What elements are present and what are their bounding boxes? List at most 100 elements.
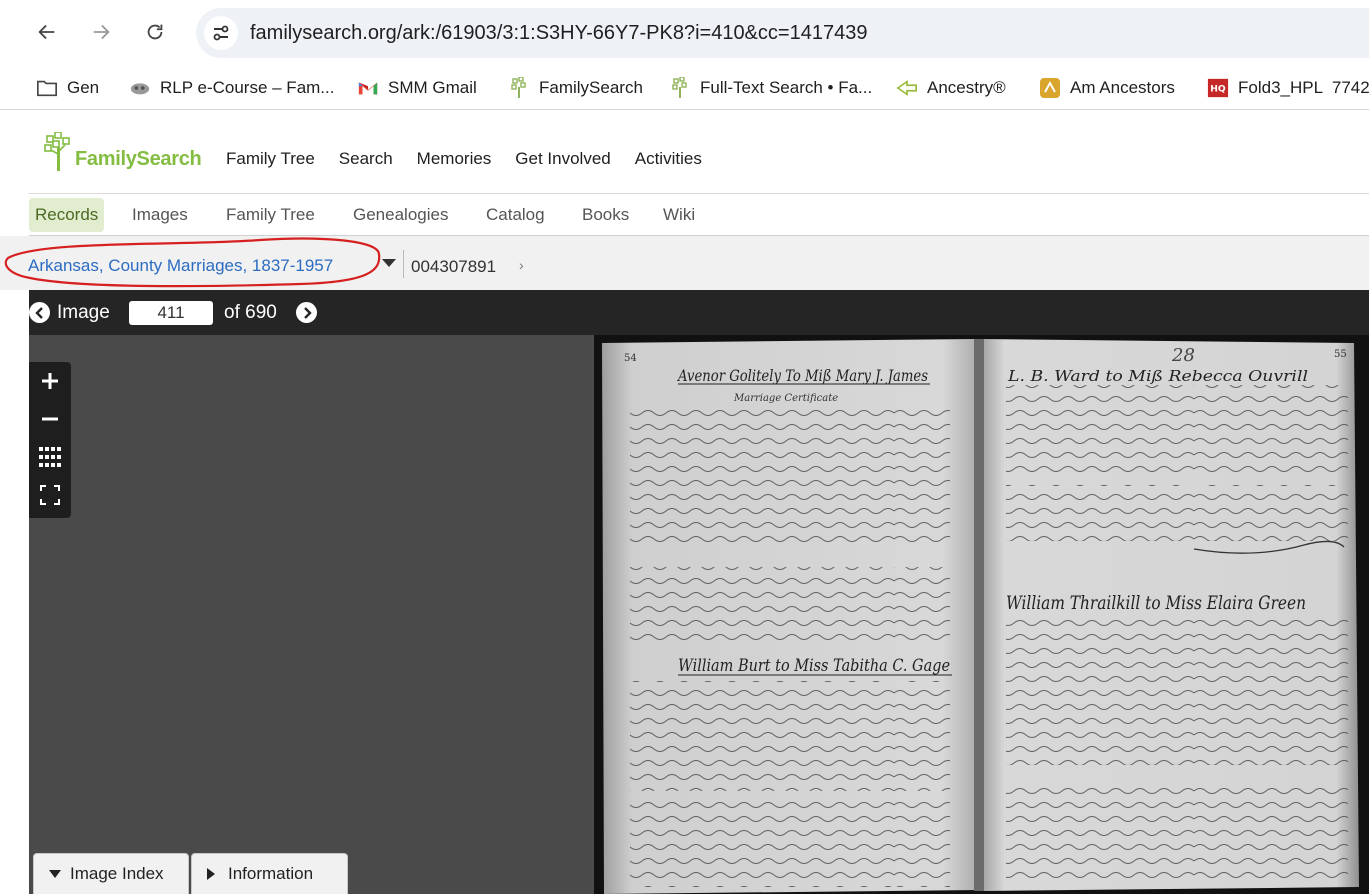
bookmark-familysearch[interactable]: FamilySearch	[508, 76, 643, 100]
bookmark-label: SMM Gmail	[388, 78, 477, 97]
rlp-icon	[129, 77, 151, 99]
red-annotation-circle	[4, 237, 381, 288]
fullscreen-icon	[40, 484, 60, 505]
bookmark-label: Am Ancestors	[1070, 78, 1175, 97]
reload-button[interactable]	[137, 14, 173, 50]
bookmark-label: Gen	[67, 78, 100, 97]
chevron-right-icon[interactable]: ›	[519, 257, 524, 273]
arrow-left-icon	[38, 24, 55, 40]
left-entry-heading-2: William Burt to Miss Tabitha C. Gage	[678, 656, 950, 676]
handwriting-block	[630, 797, 950, 887]
logo-text: FamilySearch	[75, 148, 202, 170]
bookmark-label: RLP e-Course – Fam...	[160, 78, 335, 97]
handwriting-block	[630, 407, 950, 547]
left-entry-subheading: Marriage Certificate	[733, 393, 838, 404]
subnav-genealogies[interactable]: Genealogies	[347, 198, 454, 232]
bookmark-ancestry[interactable]: Ancestry®	[896, 76, 1006, 100]
site-info-button[interactable]	[204, 16, 238, 50]
subnav-family-tree[interactable]: Family Tree	[220, 198, 321, 232]
ancestry-leaf-icon	[896, 77, 918, 99]
zoom-in-button[interactable]	[29, 362, 71, 399]
gmail-icon	[357, 77, 379, 99]
book-gutter	[974, 339, 984, 891]
caret-down-icon	[49, 870, 61, 878]
image-total: of 690	[224, 302, 277, 323]
site-header: FamilySearch Family Tree Search Memories…	[29, 119, 1369, 194]
handwriting-block	[1006, 385, 1348, 475]
subnav-records[interactable]: Records	[29, 198, 105, 232]
bookmark-full-text-search[interactable]: Full-Text Search • Fa...	[669, 76, 872, 100]
handwriting-block	[1006, 485, 1348, 541]
right-page-number: 55	[1334, 349, 1347, 360]
handwriting-block	[1006, 787, 1348, 883]
subnav-catalog[interactable]: Catalog	[480, 198, 551, 232]
image-number-input[interactable]	[129, 301, 213, 325]
image-index-label: Image Index	[70, 864, 164, 883]
chevron-down-icon[interactable]	[382, 259, 396, 267]
sub-nav: Records Images Family Tree Genealogies C…	[29, 194, 1369, 236]
image-label: Image	[57, 302, 110, 323]
nav-memories[interactable]: Memories	[417, 149, 492, 169]
browser-toolbar: familysearch.org/ark:/61903/3:1:S3HY-66Y…	[0, 0, 1369, 66]
nav-get-involved[interactable]: Get Involved	[515, 149, 610, 169]
folder-icon	[36, 77, 58, 99]
previous-image-button[interactable]	[29, 302, 50, 323]
forward-button[interactable]	[83, 14, 119, 50]
handwriting-block	[1006, 615, 1348, 765]
zoom-out-button[interactable]	[29, 400, 71, 437]
main-nav: Family Tree Search Memories Get Involved…	[226, 149, 726, 169]
document-image: 54 55 28 Avenor Golitely To Miß Mary J. …	[594, 335, 1369, 894]
familysearch-tree-icon	[508, 77, 530, 99]
right-entry-heading-1: L. B. Ward to Miß Rebecca Ouvrill	[1007, 367, 1308, 385]
subnav-wiki[interactable]: Wiki	[657, 198, 701, 232]
bookmark-gmail[interactable]: SMM Gmail	[357, 76, 477, 100]
chevron-right-icon	[303, 306, 312, 319]
bookmark-gen[interactable]: Gen	[36, 76, 99, 100]
right-entry-heading-2: William Thrailkill to Miss Elaira Green	[1006, 592, 1306, 614]
nav-search[interactable]: Search	[339, 149, 393, 169]
url-text: familysearch.org/ark:/61903/3:1:S3HY-66Y…	[250, 22, 868, 44]
bookmark-am-ancestors[interactable]: Am Ancestors	[1039, 76, 1175, 100]
pencil-number: 28	[1171, 345, 1195, 366]
svg-text:HQ: HQ	[1210, 84, 1226, 95]
zoom-controls	[29, 362, 71, 518]
gallery-view-button[interactable]	[29, 438, 71, 475]
caret-right-icon	[207, 868, 215, 880]
bookmark-label: FamilySearch	[539, 78, 643, 97]
familysearch-tree-icon	[669, 77, 691, 99]
minus-icon	[42, 417, 58, 420]
bookmark-rlp[interactable]: RLP e-Course – Fam...	[129, 76, 334, 100]
left-page-number: 54	[624, 353, 637, 364]
fold3-icon: HQ	[1207, 77, 1229, 99]
familysearch-tree-icon	[44, 132, 70, 171]
nav-family-tree[interactable]: Family Tree	[226, 149, 315, 169]
handwriting-block	[630, 681, 950, 791]
chevron-left-icon	[34, 306, 43, 319]
bookmark-fold3[interactable]: HQ Fold3_HPL 7742	[1207, 76, 1369, 100]
next-image-button[interactable]	[296, 302, 317, 323]
film-number: 004307891	[411, 257, 497, 276]
am-ancestors-icon	[1039, 77, 1061, 99]
information-tab[interactable]: Information	[191, 853, 348, 894]
bookmark-label: Ancestry®	[927, 78, 1006, 97]
address-bar[interactable]: familysearch.org/ark:/61903/3:1:S3HY-66Y…	[196, 8, 1369, 58]
reload-icon	[147, 24, 163, 40]
divider	[403, 250, 404, 278]
nav-activities[interactable]: Activities	[635, 149, 702, 169]
plus-icon	[42, 372, 58, 389]
fullscreen-button[interactable]	[29, 476, 71, 513]
image-index-tab[interactable]: Image Index	[33, 853, 189, 894]
image-navigation-bar: Image of 690	[29, 290, 1369, 335]
image-viewer[interactable]: 54 55 28 Avenor Golitely To Miß Mary J. …	[29, 335, 1369, 894]
familysearch-logo[interactable]: FamilySearch	[43, 132, 202, 172]
information-label: Information	[228, 864, 314, 883]
back-button[interactable]	[29, 14, 65, 50]
subnav-images[interactable]: Images	[126, 198, 194, 232]
handwriting-block	[630, 567, 950, 647]
bookmark-label: Fold3_HPL 7742	[1238, 78, 1369, 97]
tune-icon	[213, 25, 229, 41]
bookmark-label: Full-Text Search • Fa...	[700, 78, 873, 97]
left-entry-heading-1: Avenor Golitely To Miß Mary J. James	[676, 366, 928, 385]
grid-icon	[39, 446, 61, 467]
subnav-books[interactable]: Books	[576, 198, 635, 232]
